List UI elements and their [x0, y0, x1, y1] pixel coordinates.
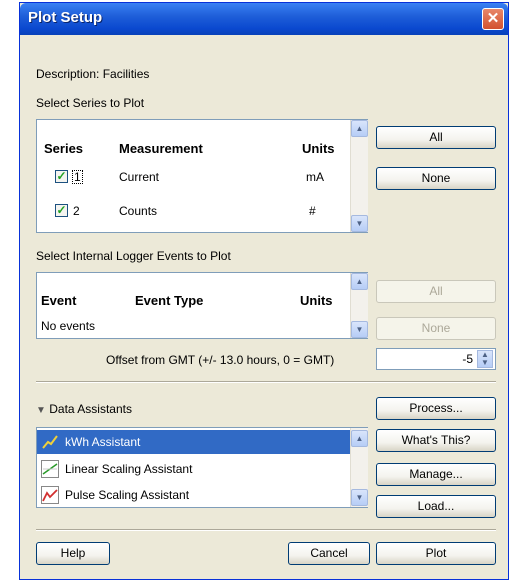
- scroll-up-arrow-icon[interactable]: ▲: [351, 273, 368, 290]
- series-row[interactable]: ✓ 2 Counts #: [37, 200, 351, 222]
- series-all-button[interactable]: All: [376, 126, 496, 149]
- scroll-up-arrow-icon[interactable]: ▲: [351, 120, 368, 137]
- manage-button[interactable]: Manage...: [376, 463, 496, 486]
- assistants-list: kWh Assistant Linear Scaling Assistant P…: [36, 427, 368, 508]
- linear-chart-icon: [41, 460, 59, 478]
- events-section-heading: Select Internal Logger Events to Plot: [36, 249, 231, 263]
- series-2-checkbox[interactable]: ✓: [55, 204, 68, 217]
- gmt-offset-label: Offset from GMT (+/- 13.0 hours, 0 = GMT…: [106, 353, 335, 367]
- close-icon: ✕: [486, 10, 500, 27]
- plot-button[interactable]: Plot: [376, 542, 496, 565]
- events-scrollbar[interactable]: ▲ ▼: [350, 273, 368, 338]
- description-label: Description: Facilities: [36, 67, 150, 81]
- plot-setup-dialog: Plot Setup ✕ Description: Facilities Sel…: [19, 2, 509, 580]
- load-button[interactable]: Load...: [376, 495, 496, 518]
- series-none-button[interactable]: None: [376, 167, 496, 190]
- footer-divider: [36, 529, 496, 531]
- series-row[interactable]: ✓ 1 Current mA: [37, 166, 351, 188]
- series-list: Series Measurement Units ✓ 1 Current mA …: [36, 119, 368, 233]
- event-column-header: Event: [41, 293, 77, 308]
- gmt-offset-spinner[interactable]: -5 ▲ ▼: [376, 348, 496, 370]
- series-number: 1: [72, 170, 83, 184]
- help-button[interactable]: Help: [36, 542, 110, 565]
- cancel-button[interactable]: Cancel: [288, 542, 370, 565]
- gmt-offset-value: -5: [462, 352, 473, 366]
- series-section-heading: Select Series to Plot: [36, 96, 145, 110]
- events-all-button[interactable]: All: [376, 280, 496, 303]
- kwh-chart-icon: [41, 433, 59, 451]
- scroll-up-arrow-icon[interactable]: ▲: [351, 430, 368, 447]
- assistant-label: Pulse Scaling Assistant: [65, 488, 190, 502]
- no-events-text: No events: [41, 319, 96, 333]
- scroll-down-arrow-icon[interactable]: ▼: [351, 321, 368, 338]
- section-divider: [36, 381, 496, 383]
- events-none-button[interactable]: None: [376, 317, 496, 340]
- data-assistants-toggle[interactable]: ▼ Data Assistants: [36, 402, 132, 416]
- data-assistants-heading: Data Assistants: [49, 402, 132, 416]
- scroll-down-arrow-icon[interactable]: ▼: [351, 489, 368, 506]
- events-list: Event Event Type Units No events ▲ ▼: [36, 272, 368, 339]
- units-cell: #: [309, 204, 316, 218]
- spinner-arrows-icon[interactable]: ▲ ▼: [477, 350, 493, 368]
- dialog-title: Plot Setup: [28, 9, 103, 26]
- process-button[interactable]: Process...: [376, 397, 496, 420]
- measurement-cell: Counts: [119, 204, 158, 218]
- series-scrollbar[interactable]: ▲ ▼: [350, 120, 368, 232]
- whats-this-button[interactable]: What's This?: [376, 429, 496, 452]
- assistant-label: Linear Scaling Assistant: [65, 462, 193, 476]
- series-1-checkbox[interactable]: ✓: [55, 170, 68, 183]
- assistant-item-linear-scaling[interactable]: Linear Scaling Assistant: [37, 457, 364, 481]
- measurement-cell: Current: [119, 170, 160, 184]
- units-cell: mA: [306, 170, 324, 184]
- scroll-down-arrow-icon[interactable]: ▼: [351, 215, 368, 232]
- units-column-header: Units: [302, 141, 335, 156]
- title-bar[interactable]: Plot Setup ✕: [20, 3, 508, 35]
- series-number: 2: [73, 204, 80, 218]
- assistant-item-pulse-scaling[interactable]: Pulse Scaling Assistant: [37, 483, 364, 507]
- series-column-header: Series: [44, 141, 84, 156]
- pulse-chart-icon: [41, 486, 59, 504]
- measurement-column-header: Measurement: [119, 141, 203, 156]
- assistant-item-kwh[interactable]: kWh Assistant: [37, 430, 364, 454]
- close-button[interactable]: ✕: [482, 8, 504, 30]
- assistant-label: kWh Assistant: [65, 435, 141, 449]
- event-units-column-header: Units: [300, 293, 333, 308]
- event-type-column-header: Event Type: [135, 293, 204, 308]
- assistants-scrollbar[interactable]: ▲ ▼: [350, 428, 368, 507]
- collapse-triangle-icon: ▼: [36, 405, 46, 416]
